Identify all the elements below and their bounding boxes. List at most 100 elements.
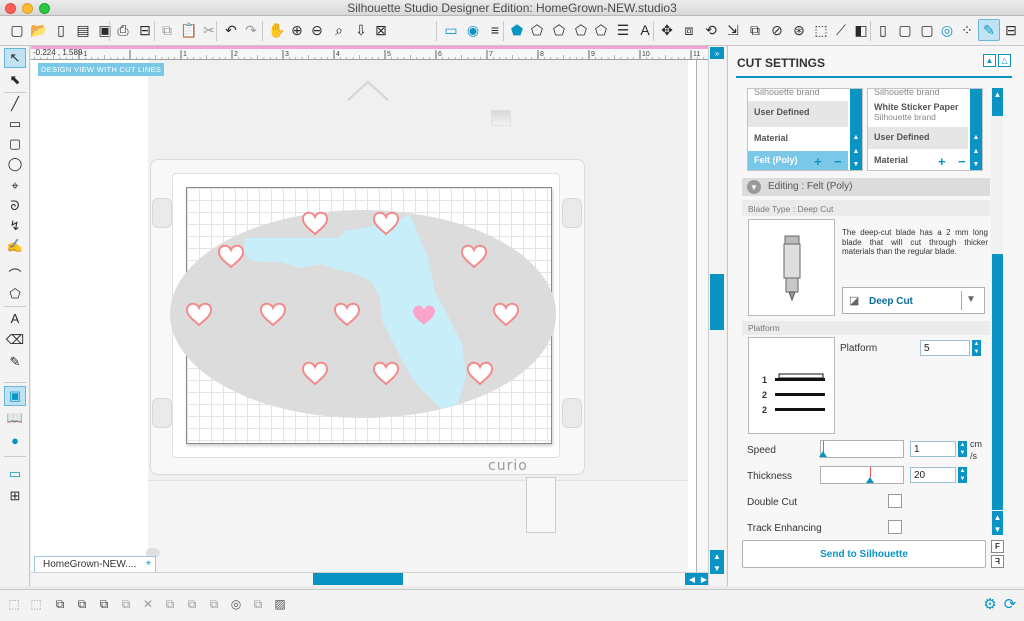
list-item[interactable]: Material <box>868 151 968 170</box>
text-tool-icon[interactable]: A <box>4 308 26 328</box>
zoom-in-icon[interactable]: ⊕ <box>286 19 308 41</box>
polygon-tool-icon[interactable]: ⌖ <box>4 176 26 196</box>
cut-settings-icon[interactable]: ✎ <box>978 19 1000 41</box>
material-list-left[interactable]: Silhouette brand User Defined Material F… <box>747 88 863 171</box>
list-scrollbar[interactable]: ▲ ▲ ▼ <box>970 89 982 170</box>
send-to-silhouette-button[interactable]: Send to Silhouette <box>742 540 986 568</box>
layers-icon[interactable]: ▨ <box>272 596 288 612</box>
release-compound-icon[interactable]: ⧉ <box>118 596 134 612</box>
design-artwork[interactable] <box>160 200 560 440</box>
transform-icon[interactable]: ✥ <box>656 19 678 41</box>
point-edit-icon[interactable]: ⬉ <box>4 70 26 90</box>
send-to-cutter-icon[interactable]: ⊟ <box>134 19 156 41</box>
smooth-freehand-icon[interactable]: ⌒ <box>4 264 26 284</box>
speed-slider[interactable] <box>819 440 904 458</box>
delete-icon[interactable]: ✕ <box>140 596 156 612</box>
library-icon[interactable]: ▯ <box>50 19 72 41</box>
registration-icon[interactable]: ⁘ <box>956 19 978 41</box>
trace-area-icon[interactable]: ⧉ <box>250 596 266 612</box>
list-scrollbar[interactable]: ▲ ▲ ▼ <box>850 89 862 170</box>
pentagon-fill-icon[interactable]: ⬟ <box>506 19 528 41</box>
list-item[interactable]: Silhouette brand <box>748 89 848 99</box>
regular-polygon-icon[interactable]: ⬠ <box>4 284 26 304</box>
track-enhancing-checkbox[interactable] <box>888 520 902 534</box>
document-tab[interactable]: HomeGrown-NEW.... ⌖ <box>34 556 156 573</box>
open-folder-icon[interactable]: 📂 <box>28 19 50 41</box>
panel-expand-icon[interactable]: △ <box>998 54 1011 67</box>
panel-collapse-icon[interactable]: ▲ <box>983 54 996 67</box>
rectangle-tool-icon[interactable]: ▭ <box>4 114 26 134</box>
platform-input[interactable]: 5 <box>920 340 970 356</box>
speed-stepper[interactable]: ▲ ▼ <box>958 441 967 457</box>
flip-icon[interactable]: F <box>991 540 1004 553</box>
horizontal-scroll-thumb[interactable] <box>313 573 403 585</box>
list-item[interactable]: White Sticker Paper Silhouette brand <box>868 101 968 127</box>
eraser-icon[interactable]: ◧ <box>850 19 872 41</box>
new-document-icon[interactable]: ▢ <box>6 19 28 41</box>
send-icon[interactable]: ⊟ <box>1000 19 1022 41</box>
modify-icon[interactable]: ⊘ <box>766 19 788 41</box>
trace-icon[interactable]: ⬚ <box>810 19 832 41</box>
design-page-icon[interactable]: ▢ <box>916 19 938 41</box>
bring-forward-icon[interactable]: ⧉ <box>184 596 200 612</box>
undo-icon[interactable]: ↶ <box>220 19 242 41</box>
replicate-icon[interactable]: ⧉ <box>744 19 766 41</box>
scroll-up-icon[interactable]: ▲ <box>710 550 724 562</box>
show-page-icon[interactable]: ▣ <box>4 386 26 406</box>
thickness-input[interactable]: 20 <box>910 467 956 483</box>
list-item[interactable]: User Defined <box>748 101 848 127</box>
rotate-icon[interactable]: ⟲ <box>700 19 722 41</box>
scale-icon[interactable]: ⧈ <box>678 19 700 41</box>
sync-icon[interactable]: ⟳ <box>1002 596 1018 613</box>
list-item[interactable]: Silhouette brand <box>868 89 968 99</box>
online-store-icon[interactable]: ● <box>4 430 26 450</box>
zoom-out-icon[interactable]: ⊖ <box>306 19 328 41</box>
pentagon-outline-icon[interactable]: ⬠ <box>526 19 548 41</box>
effects-icon[interactable]: ⬠ <box>590 19 612 41</box>
collapse-editing-icon[interactable]: ▼ <box>747 180 761 194</box>
duplicate-icon[interactable]: ⧉ <box>162 596 178 612</box>
blade-type-select[interactable]: ◪ Deep Cut ▼ <box>842 287 985 314</box>
zoom-select-icon[interactable]: ⌕ <box>328 19 350 41</box>
weld-icon[interactable]: ⧉ <box>206 596 222 612</box>
panel-scroll-thumb[interactable] <box>992 254 1003 510</box>
vertical-scroll-thumb[interactable] <box>710 274 724 330</box>
thickness-slider[interactable] <box>820 466 904 484</box>
split-view-icon[interactable]: ⊞ <box>4 486 26 506</box>
settings-gear-icon[interactable]: ⚙ <box>982 596 998 613</box>
toggle-panel-icon[interactable]: ▭ <box>4 464 26 484</box>
eraser-tool-icon[interactable]: ⌫ <box>4 330 26 350</box>
remove-material-button[interactable]: − <box>834 154 842 169</box>
offset-icon[interactable]: ⊛ <box>788 19 810 41</box>
list-item-selected[interactable]: Felt (Poly) <box>748 151 848 170</box>
list-item[interactable]: User Defined <box>868 127 968 149</box>
move-icon[interactable]: ⇲ <box>722 19 744 41</box>
line-width-icon[interactable]: ☰ <box>612 19 634 41</box>
double-cut-checkbox[interactable] <box>888 494 902 508</box>
shadow-icon[interactable]: ⬠ <box>548 19 570 41</box>
move-zoom-icon[interactable]: ⇩ <box>350 19 372 41</box>
freehand-tool-icon[interactable]: ✍ <box>4 236 26 256</box>
chevron-down-icon[interactable]: ▼ <box>966 294 976 305</box>
tab-pin-icon[interactable]: ⌖ <box>146 558 151 569</box>
add-material-button[interactable]: + <box>938 154 946 169</box>
redo-icon[interactable]: ↷ <box>240 19 262 41</box>
print-icon[interactable]: ⎙ <box>112 19 134 41</box>
fit-to-page-icon[interactable]: ⊠ <box>370 19 392 41</box>
ellipse-tool-icon[interactable]: ◯ <box>4 154 26 174</box>
knife-tool-icon[interactable]: ✎ <box>4 352 26 372</box>
curve-tool-icon[interactable]: ᘐ <box>4 196 26 216</box>
panel-scroll-up-icon[interactable]: ▲ <box>992 88 1003 100</box>
texture-icon[interactable]: ⬠ <box>570 19 592 41</box>
library-book-icon[interactable]: 📖 <box>4 408 26 428</box>
copy-icon[interactable]: ⧉ <box>156 19 178 41</box>
platform-stepper[interactable]: ▲ ▼ <box>972 340 981 356</box>
pan-hand-icon[interactable]: ✋ <box>266 19 288 41</box>
line-tool-icon[interactable]: ╱ <box>4 94 26 114</box>
design-store-icon[interactable]: ▯ <box>872 19 894 41</box>
thickness-stepper[interactable]: ▲ ▼ <box>958 467 967 483</box>
select-arrow-icon[interactable]: ↖ <box>4 48 26 68</box>
scroll-down-icon[interactable]: ▼ <box>710 562 724 574</box>
knife-icon[interactable]: ⟋ <box>830 19 852 41</box>
list-item[interactable]: Material <box>748 127 848 151</box>
